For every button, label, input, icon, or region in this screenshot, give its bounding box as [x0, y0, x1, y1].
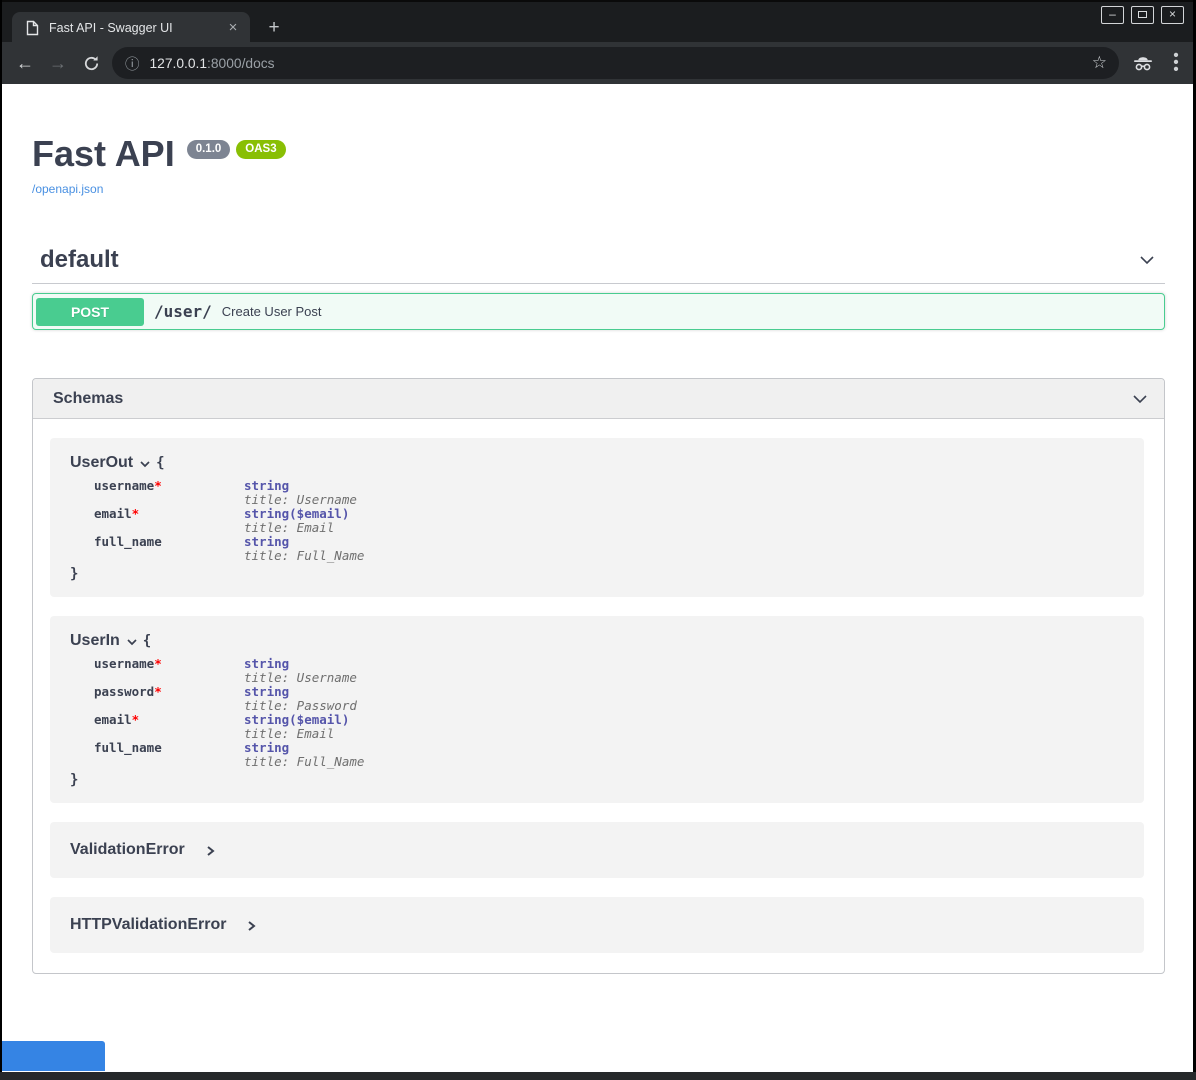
schema-model-userin: UserIn { username* string title: Usernam… — [50, 616, 1144, 803]
property-title: title: Full_Name — [244, 755, 364, 769]
schema-model-userout: UserOut { username* string title: Userna… — [50, 438, 1144, 597]
property-name: username — [94, 478, 154, 493]
property-row: full_name string title: Full_Name — [94, 535, 364, 563]
close-button[interactable]: × — [1161, 6, 1184, 24]
tag-header[interactable]: default — [32, 246, 1165, 274]
schemas-body: UserOut { username* string title: Userna… — [33, 419, 1164, 973]
browser-toolbar: ← → ⓘ 127.0.0.1:8000/docs ☆ ••• — [2, 42, 1193, 84]
bookmark-star-icon[interactable]: ☆ — [1092, 53, 1107, 73]
property-row: username* string title: Username — [94, 657, 364, 685]
property-name: username — [94, 656, 154, 671]
tab-title: Fast API - Swagger UI — [49, 21, 224, 35]
url-path: :8000/docs — [207, 56, 275, 71]
schema-model-httpvalidationerror[interactable]: HTTPValidationError — [50, 897, 1144, 953]
property-title: title: Username — [244, 493, 364, 507]
property-title: title: Full_Name — [244, 549, 364, 563]
chevron-down-icon[interactable] — [126, 636, 138, 648]
model-title[interactable]: ValidationError — [70, 841, 185, 859]
chevron-down-icon[interactable] — [1130, 389, 1150, 409]
url-bar[interactable]: ⓘ 127.0.0.1:8000/docs ☆ — [112, 47, 1119, 79]
schemas-title: Schemas — [53, 390, 123, 408]
chevron-down-icon[interactable] — [139, 458, 151, 470]
schemas-header[interactable]: Schemas — [33, 379, 1164, 419]
schemas-section: Schemas UserOut { — [32, 378, 1165, 974]
property-name: password — [94, 684, 154, 699]
property-type: string — [244, 535, 364, 549]
tag-section-default: default POST /user/ Create User Post — [32, 246, 1165, 330]
model-title[interactable]: HTTPValidationError — [70, 916, 226, 934]
property-name: full_name — [94, 534, 162, 549]
tag-title: default — [40, 246, 119, 274]
post-method-badge: POST — [36, 298, 144, 326]
property-title: title: Password — [244, 699, 364, 713]
model-head: UserOut { — [70, 454, 1124, 472]
maximize-icon — [1138, 11, 1147, 18]
model-title[interactable]: UserOut — [70, 454, 133, 472]
schema-properties: username* string title: Username email* … — [94, 479, 364, 563]
url-text[interactable]: 127.0.0.1:8000/docs — [150, 56, 275, 71]
property-name: email — [94, 712, 132, 727]
chevron-right-icon[interactable] — [245, 919, 257, 933]
version-badge: 0.1.0 — [187, 140, 231, 159]
required-star: * — [154, 656, 162, 671]
back-icon[interactable]: ← — [10, 53, 40, 74]
api-info: Fast API 0.1.0 OAS3 /openapi.json — [32, 86, 1165, 196]
browser-menu-icon[interactable]: ••• — [1166, 52, 1186, 73]
required-star: * — [132, 712, 140, 727]
property-type: string($email) — [244, 507, 364, 521]
property-row: email* string($email) title: Email — [94, 507, 364, 535]
property-row: full_name string title: Full_Name — [94, 741, 364, 769]
operation-path: /user/ — [154, 302, 212, 321]
property-row: password* string title: Password — [94, 685, 364, 713]
operation-summary: Create User Post — [222, 304, 322, 319]
property-row: username* string title: Username — [94, 479, 364, 507]
schema-model-validationerror[interactable]: ValidationError — [50, 822, 1144, 878]
required-star: * — [132, 506, 140, 521]
openapi-json-link[interactable]: /openapi.json — [32, 182, 1165, 196]
document-icon — [26, 20, 39, 36]
status-bubble — [2, 1041, 105, 1071]
schema-properties: username* string title: Username passwor… — [94, 657, 364, 769]
model-title[interactable]: UserIn — [70, 632, 120, 650]
property-type: string($email) — [244, 713, 364, 727]
property-title: title: Email — [244, 727, 364, 741]
new-tab-button[interactable]: + — [262, 17, 286, 41]
property-title: title: Email — [244, 521, 364, 535]
open-brace: { — [156, 455, 164, 471]
tab-fast-api[interactable]: Fast API - Swagger UI × — [12, 12, 250, 44]
property-name: email — [94, 506, 132, 521]
property-type: string — [244, 685, 364, 699]
site-info-icon[interactable]: ⓘ — [125, 53, 140, 74]
page-title: Fast API — [32, 133, 175, 174]
chevron-down-icon[interactable] — [1137, 250, 1157, 270]
property-title: title: Username — [244, 671, 364, 685]
close-brace: } — [70, 566, 1124, 582]
url-host: 127.0.0.1 — [150, 56, 208, 71]
window-bottom-edge — [0, 1072, 1196, 1080]
swagger-page: Fast API 0.1.0 OAS3 /openapi.json default … — [2, 86, 1193, 1072]
window-controls: – × — [1101, 6, 1184, 24]
maximize-button[interactable] — [1131, 6, 1154, 24]
incognito-icon — [1131, 55, 1155, 77]
browser-window: Fast API - Swagger UI × + – × ← → ⓘ 127.… — [2, 0, 1193, 1080]
chevron-right-icon[interactable] — [204, 844, 216, 858]
property-type: string — [244, 657, 364, 671]
property-name: full_name — [94, 740, 162, 755]
required-star: * — [154, 478, 162, 493]
open-brace: { — [143, 633, 151, 649]
minimize-button[interactable]: – — [1101, 6, 1124, 24]
tab-close-icon[interactable]: × — [224, 19, 242, 37]
tag-divider — [32, 283, 1165, 284]
tab-strip: Fast API - Swagger UI × + – × — [2, 0, 1193, 42]
property-type: string — [244, 741, 364, 755]
property-row: email* string($email) title: Email — [94, 713, 364, 741]
opblock-post-user[interactable]: POST /user/ Create User Post — [32, 293, 1165, 330]
close-brace: } — [70, 772, 1124, 788]
required-star: * — [154, 684, 162, 699]
oas3-badge: OAS3 — [236, 140, 285, 159]
forward-icon[interactable]: → — [43, 53, 73, 74]
reload-icon[interactable] — [76, 55, 106, 72]
model-head: UserIn { — [70, 632, 1124, 650]
property-type: string — [244, 479, 364, 493]
